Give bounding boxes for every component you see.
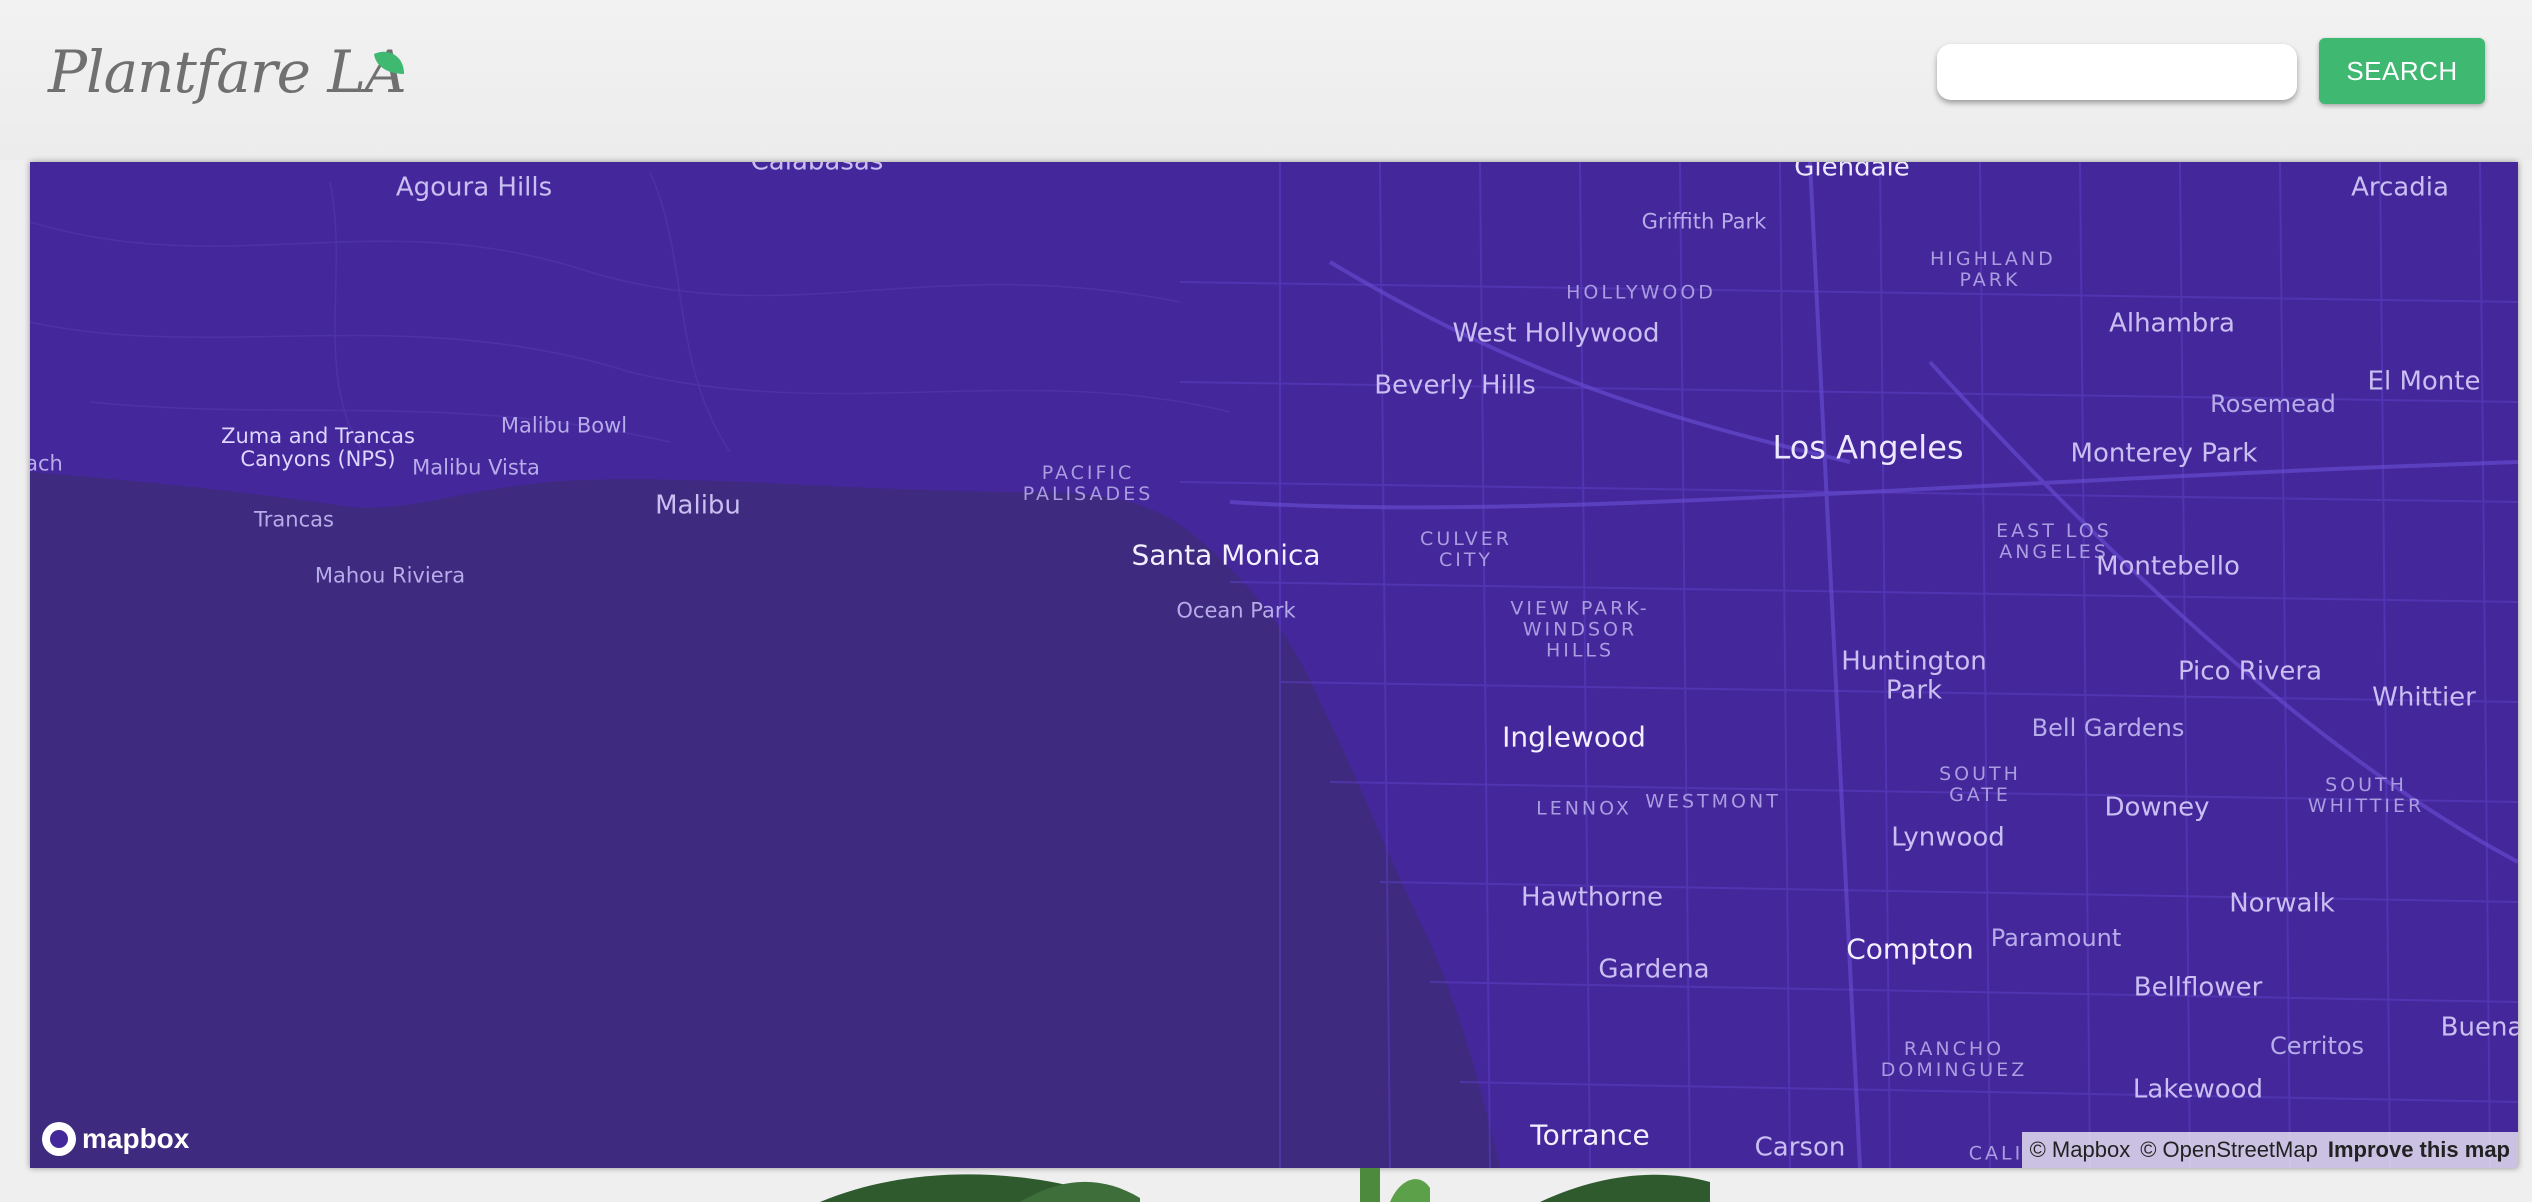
map-label: SOUTH WHITTIER: [2307, 774, 2425, 817]
search-input[interactable]: [1937, 44, 2297, 100]
attribution-mapbox-link[interactable]: © Mapbox: [2030, 1137, 2131, 1163]
mapbox-logo[interactable]: mapbox: [42, 1122, 189, 1156]
map-label: Griffith Park: [1641, 209, 1767, 234]
map-label: CULVER CITY: [1420, 528, 1512, 571]
map-label: LENNOX: [1536, 797, 1632, 820]
map-label: Mahou Riviera: [314, 563, 466, 588]
map-label: Zuma and Trancas Canyons (NPS): [221, 423, 415, 471]
brand-title[interactable]: Plantfare LA: [48, 38, 407, 106]
map-label: Beverly Hills: [1374, 370, 1536, 401]
map-label: CALI: [1968, 1142, 2024, 1165]
map-label: Gardena: [1598, 954, 1710, 985]
map-label: Ocean Park: [1176, 598, 1296, 623]
map-label: SOUTH GATE: [1939, 763, 2021, 806]
map-label: Los Angeles: [1772, 428, 1964, 467]
map-attribution: © Mapbox © OpenStreetMap Improve this ma…: [2021, 1132, 2518, 1168]
map-label: Santa Monica: [1131, 538, 1321, 572]
map-label: HOLLYWOOD: [1566, 281, 1716, 304]
map-label: El Monte: [2367, 366, 2481, 397]
map-label: Bellflower: [2133, 972, 2263, 1003]
map-label: HIGHLAND PARK: [1930, 248, 2056, 291]
map-label: West Hollywood: [1452, 318, 1660, 349]
map-label: Malibu Bowl: [500, 413, 628, 438]
map-label: VIEW PARK-WINDSOR HILLS: [1510, 597, 1650, 662]
map-label: Arcadia: [2351, 172, 2449, 203]
map-canvas[interactable]: Calabasas Agoura Hills Glendale Griffith…: [30, 162, 2518, 1168]
map-label: Whittier: [2372, 682, 2476, 713]
map-label: RANCHO DOMINGUEZ: [1880, 1038, 2028, 1081]
search-button[interactable]: SEARCH: [2319, 38, 2485, 104]
map-label: Trancas: [254, 507, 334, 532]
map-label: Paramount: [1990, 923, 2122, 952]
map-label: ach: [30, 451, 63, 476]
map-label: Alhambra: [2109, 308, 2235, 339]
map-label: Monterey Park: [2070, 438, 2258, 469]
map-label: Buena: [2440, 1012, 2518, 1043]
map-label: Montebello: [2096, 551, 2240, 582]
map-label: Lakewood: [2132, 1074, 2264, 1105]
map-label: Huntington Park: [1841, 646, 1987, 705]
improve-map-link[interactable]: Improve this map: [2328, 1137, 2510, 1163]
map-label: Rosemead: [2210, 389, 2336, 418]
map-label: Hawthorne: [1520, 882, 1664, 913]
map-label: Bell Gardens: [2031, 713, 2185, 742]
header: Plantfare LA SEARCH: [0, 0, 2532, 160]
map-label: Glendale: [1794, 162, 1910, 183]
map-label: Calabasas: [751, 162, 884, 176]
map-label: Agoura Hills: [395, 172, 553, 203]
leaf-icon: [374, 51, 404, 74]
attribution-osm-link[interactable]: © OpenStreetMap: [2140, 1137, 2318, 1163]
map-label: Norwalk: [2229, 888, 2335, 919]
map-label: Inglewood: [1502, 720, 1646, 754]
map-label: Lynwood: [1891, 822, 2005, 853]
map-label: Torrance: [1530, 1118, 1650, 1152]
map-label: Compton: [1846, 932, 1974, 966]
map-label: Cerritos: [2269, 1031, 2365, 1060]
mapbox-icon: [42, 1122, 76, 1156]
map-label: WESTMONT: [1645, 790, 1781, 813]
map-label: PACIFIC PALISADES: [1022, 462, 1154, 505]
mapbox-logo-text: mapbox: [82, 1123, 190, 1154]
map-label: Pico Rivera: [2177, 656, 2323, 687]
map-label: Downey: [2104, 792, 2210, 823]
plant-leaves-decoration: [820, 1168, 1710, 1202]
map-label: Malibu Vista: [412, 455, 540, 480]
map-label: Malibu: [655, 490, 741, 521]
map-label: Carson: [1754, 1132, 1846, 1163]
